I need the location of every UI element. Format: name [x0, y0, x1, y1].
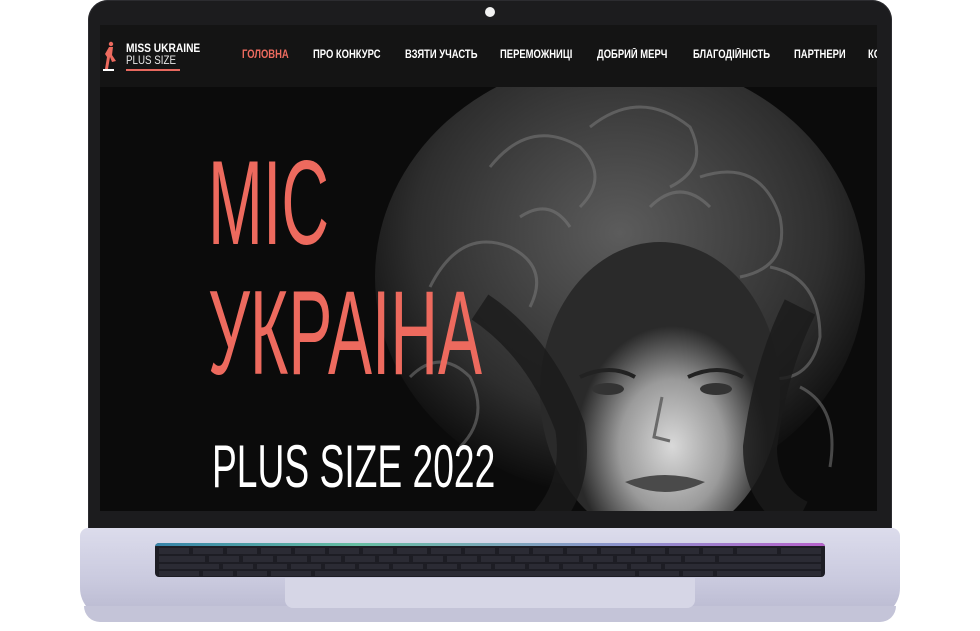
- nav-item-home[interactable]: ГОЛОВНА: [242, 49, 289, 61]
- site-header: MISS UKRAINE PLUS SIZE ГОЛОВНА ПРО КОНКУ…: [100, 25, 877, 87]
- camera-icon: [485, 7, 495, 17]
- laptop-screen: MISS UKRAINE PLUS SIZE ГОЛОВНА ПРО КОНКУ…: [100, 25, 877, 511]
- site-logo[interactable]: MISS UKRAINE PLUS SIZE: [100, 35, 200, 77]
- nav-item-merch[interactable]: ДОБРИЙ МЕРЧ: [597, 49, 667, 61]
- nav-item-participate[interactable]: ВЗЯТИ УЧАСТЬ: [405, 49, 477, 61]
- nav-item-winners[interactable]: ПЕРЕМОЖНИЦІ: [500, 49, 572, 61]
- hero-subtitle: PLUS SIZE 2022: [212, 433, 496, 500]
- nav-item-partners[interactable]: ПАРТНЕРИ: [794, 49, 846, 61]
- laptop-base-edge: [84, 606, 896, 622]
- logo-icon: [103, 41, 116, 71]
- nav-item-charity[interactable]: БЛАГОДІЙНІСТЬ: [693, 49, 770, 61]
- hero-title-line-2: УКРАІНА: [208, 266, 483, 400]
- logo-subtitle: PLUS SIZE: [126, 55, 176, 67]
- trackpad: [285, 578, 695, 608]
- hero-title-line-1: МІС: [208, 136, 329, 270]
- keyboard: [155, 543, 825, 577]
- logo-title: MISS UKRAINE: [126, 41, 201, 55]
- nav-item-about[interactable]: ПРО КОНКУРС: [313, 49, 381, 61]
- hero-section: МІС УКРАІНА PLUS SIZE 2022: [100, 87, 877, 511]
- keyboard-keys: [159, 548, 821, 576]
- nav-item-contacts[interactable]: КО: [868, 49, 877, 61]
- logo-underline: [126, 69, 180, 71]
